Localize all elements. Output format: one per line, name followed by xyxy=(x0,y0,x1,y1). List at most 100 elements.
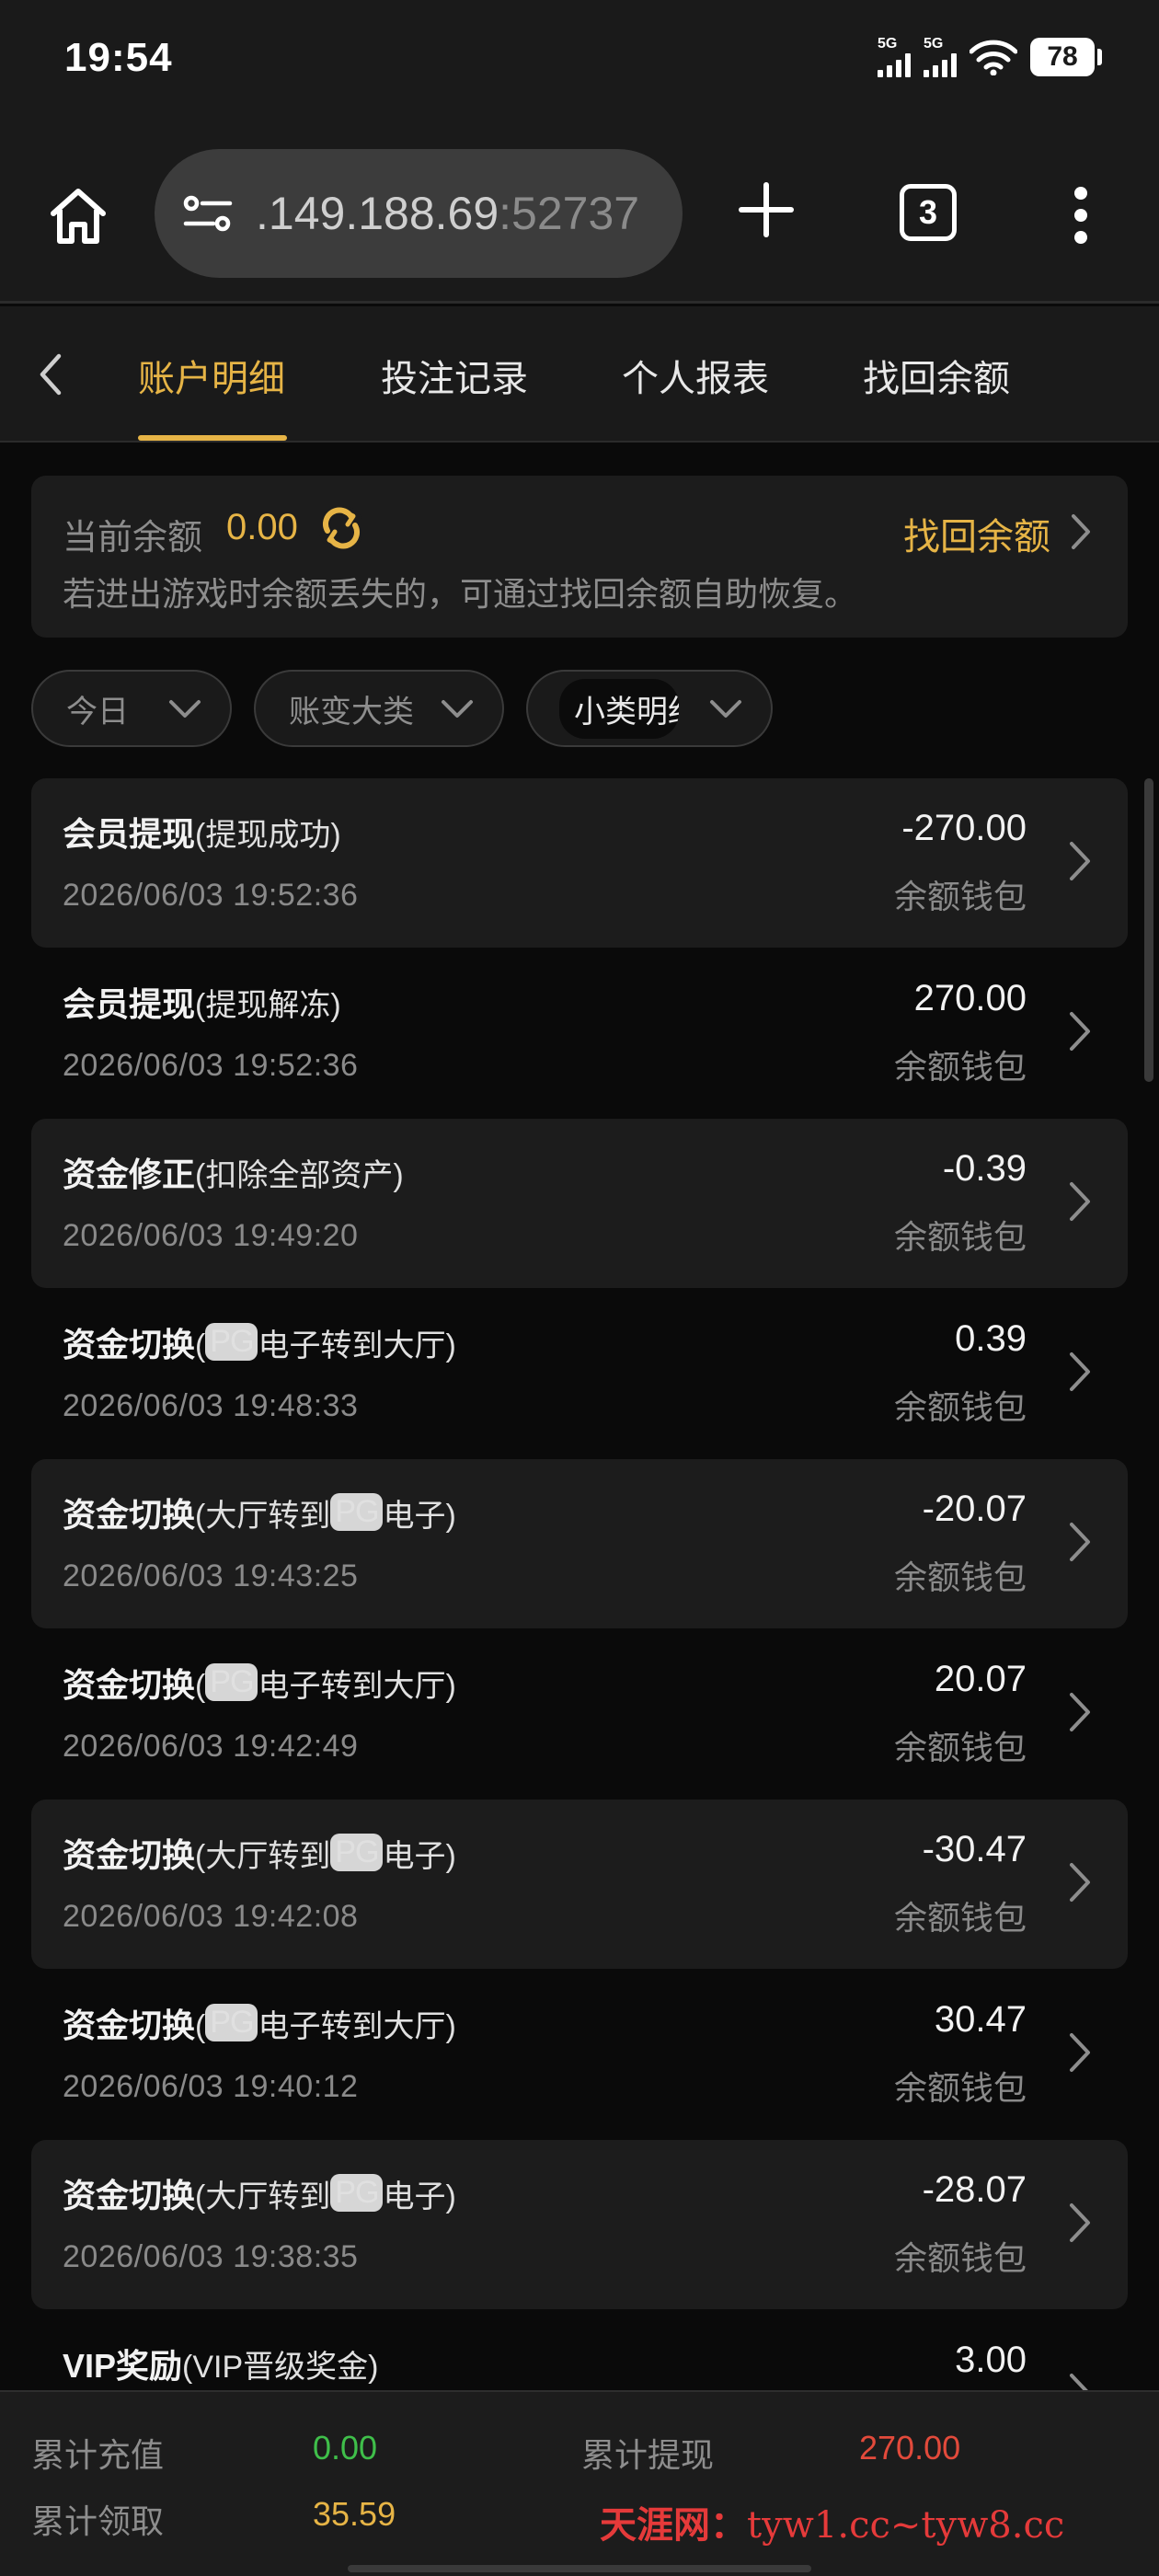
recover-balance-link[interactable]: 找回余额 xyxy=(903,507,1050,560)
address-bar[interactable]: .149.188.69:52737 xyxy=(155,149,683,278)
record-type: 资金切换 xyxy=(63,2177,196,2214)
chevron-right-icon[interactable] xyxy=(1067,2201,1093,2245)
status-bar: 19:54 5G 5G 78 xyxy=(0,0,1159,129)
record-amount: 3.00 xyxy=(955,2340,1027,2380)
record-date: 2026/06/03 19:49:20 xyxy=(63,1218,359,1253)
record-detail: (PG 电子转到大厅) xyxy=(195,1663,456,1704)
record-title: 资金切换(大厅转到 PG 电子) xyxy=(63,2169,456,2217)
record-amount: 20.07 xyxy=(934,1659,1027,1699)
record-title: 资金修正(扣除全部资产) xyxy=(63,1148,404,1196)
list-item[interactable]: 资金切换(大厅转到 PG 电子) 2026/06/03 19:43:25 -20.07 余… xyxy=(31,1459,1128,1628)
record-amount: 0.39 xyxy=(955,1318,1027,1359)
pg-logo: PG xyxy=(205,2004,258,2041)
scrollbar[interactable] xyxy=(1144,778,1153,1082)
record-detail-pre: ( xyxy=(195,1328,206,1363)
record-type: VIP奖励 xyxy=(63,2347,183,2385)
browser-toolbar: .149.188.69:52737 3 xyxy=(0,129,1159,304)
more-vertical-icon[interactable] xyxy=(1072,186,1090,245)
tab-personal-report[interactable]: 个人报表 xyxy=(622,349,769,402)
list-item[interactable]: 会员提现(提现解冻) 2026/06/03 19:52:36 270.00 余额钱包 xyxy=(31,949,1128,1118)
date-filter[interactable]: 今日 xyxy=(31,670,232,747)
chevron-down-icon xyxy=(169,700,201,718)
record-amount: -0.39 xyxy=(942,1148,1027,1189)
record-title: 资金切换(大厅转到 PG 电子) xyxy=(63,1829,456,1877)
chevron-right-icon[interactable] xyxy=(1067,1520,1093,1564)
balance-label: 当前余额 xyxy=(63,519,203,558)
total-claim-label: 累计领取 xyxy=(31,2502,165,2540)
record-amount: -270.00 xyxy=(901,808,1027,848)
home-icon[interactable] xyxy=(46,184,110,248)
record-detail-pre: (大厅转到 xyxy=(195,2179,331,2214)
chevron-right-icon[interactable] xyxy=(1067,2030,1093,2075)
record-detail: (VIP晋级奖金) xyxy=(182,2350,378,2385)
tabs-icon[interactable]: 3 xyxy=(900,184,957,241)
chevron-right-icon[interactable] xyxy=(1067,1009,1093,1053)
subcategory-filter[interactable]: 小类明细 xyxy=(526,670,773,747)
record-detail-post: 电子转到大厅) xyxy=(258,1328,456,1363)
url-host: .149.188.69 xyxy=(256,188,499,239)
balance-value: 0.00 xyxy=(226,507,298,547)
record-date: 2026/06/03 19:40:12 xyxy=(63,2069,359,2104)
home-indicator[interactable] xyxy=(348,2565,811,2572)
list-item[interactable]: 资金修正(扣除全部资产) 2026/06/03 19:49:20 -0.39 余额钱包 xyxy=(31,1119,1128,1288)
record-detail-post: 电子) xyxy=(383,1839,456,1874)
record-amount: 270.00 xyxy=(913,978,1027,1018)
record-detail-pre: (VIP晋级奖金) xyxy=(182,2350,379,2385)
url-text: .149.188.69:52737 xyxy=(256,187,639,240)
record-date: 2026/06/03 19:42:08 xyxy=(63,1899,359,1934)
chevron-right-icon[interactable] xyxy=(1067,1350,1093,1394)
record-type: 资金切换 xyxy=(63,2007,196,2044)
record-date: 2026/06/03 19:42:49 xyxy=(63,1729,359,1764)
back-icon[interactable] xyxy=(31,347,68,402)
chevron-right-icon[interactable] xyxy=(1067,1860,1093,1904)
list-item[interactable]: 资金切换(大厅转到 PG 电子) 2026/06/03 19:42:08 -30.47 余… xyxy=(31,1800,1128,1969)
battery-icon: 78 xyxy=(1030,38,1102,76)
record-detail-pre: ( xyxy=(195,1669,206,1704)
record-detail: (PG 电子转到大厅) xyxy=(195,1323,456,1363)
status-time: 19:54 xyxy=(64,35,173,80)
site-settings-icon[interactable] xyxy=(180,190,235,236)
pg-logo: PG xyxy=(330,2174,384,2212)
record-detail-pre: (大厅转到 xyxy=(195,1839,331,1874)
list-item[interactable]: 会员提现(提现成功) 2026/06/03 19:52:36 -270.00 余额钱包 xyxy=(31,778,1128,948)
record-type: 会员提现 xyxy=(63,815,196,853)
balance-card: 当前余额 0.00 找回余额 若进出游戏时余额丢失的，可通过找回余额自助恢复。 xyxy=(31,476,1128,638)
list-item[interactable]: 资金切换(PG 电子转到大厅) 2026/06/03 19:48:33 0.39 余额钱… xyxy=(31,1289,1128,1458)
pg-logo: PG xyxy=(205,1323,258,1361)
refresh-icon[interactable] xyxy=(316,503,366,553)
list-item[interactable]: 资金切换(大厅转到 PG 电子) 2026/06/03 19:38:35 -28.07 余… xyxy=(31,2140,1128,2309)
record-wallet: 余额钱包 xyxy=(893,1388,1027,1426)
record-detail-pre: (扣除全部资产) xyxy=(195,1158,404,1193)
record-detail-post: 电子) xyxy=(383,2179,456,2214)
category-filter[interactable]: 账变大类 xyxy=(254,670,504,747)
signal-icon: 5G xyxy=(924,37,957,77)
pg-logo: PG xyxy=(330,1493,384,1531)
watermark-domain: tyw1.cc~tyw8.cc xyxy=(747,2504,1065,2547)
record-amount: -20.07 xyxy=(922,1489,1027,1529)
total-withdraw-value: 270.00 xyxy=(859,2429,961,2467)
record-wallet: 余额钱包 xyxy=(893,1558,1027,1596)
url-port: :52737 xyxy=(499,188,640,239)
list-item[interactable]: 资金切换(PG 电子转到大厅) 2026/06/03 19:42:49 20.07 余额… xyxy=(31,1629,1128,1799)
tab-recover-balance[interactable]: 找回余额 xyxy=(863,349,1010,402)
tab-bet-records[interactable]: 投注记录 xyxy=(381,349,528,402)
pg-logo: PG xyxy=(205,1663,258,1701)
tab-account-details[interactable]: 账户明细 xyxy=(138,349,285,402)
active-tab-indicator xyxy=(138,435,287,441)
chevron-right-icon[interactable] xyxy=(1067,839,1093,883)
plus-icon[interactable] xyxy=(736,179,797,240)
record-amount: 30.47 xyxy=(934,1999,1027,2040)
totals-footer: 累计充值 0.00 累计提现 270.00 累计领取 35.59 天涯网：tyw… xyxy=(0,2390,1159,2576)
chevron-right-icon[interactable] xyxy=(1067,1179,1093,1224)
chevron-right-icon[interactable] xyxy=(1069,512,1093,551)
list-item[interactable]: 资金切换(PG 电子转到大厅) 2026/06/03 19:40:12 30.47 余额… xyxy=(31,1970,1128,2139)
record-wallet: 余额钱包 xyxy=(893,1218,1027,1256)
record-type: 资金切换 xyxy=(63,1326,196,1363)
chevron-right-icon[interactable] xyxy=(1067,1690,1093,1734)
record-title: 资金切换(PG 电子转到大厅) xyxy=(63,1659,456,1707)
record-detail: (大厅转到 PG 电子) xyxy=(195,1493,456,1534)
signal-icon: 5G xyxy=(878,37,911,77)
total-withdraw-label: 累计提现 xyxy=(581,2436,715,2474)
record-amount: -28.07 xyxy=(922,2169,1027,2210)
total-deposit-value: 0.00 xyxy=(313,2429,378,2467)
